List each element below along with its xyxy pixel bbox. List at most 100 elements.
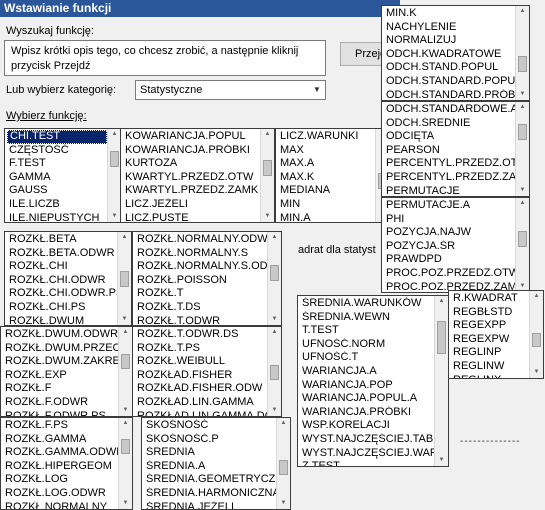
function-list-item[interactable]: ROZKŁ.POISSON <box>135 274 267 288</box>
function-list-item[interactable]: ROZKŁ.DWUM <box>7 315 117 325</box>
triangle-down-icon[interactable]: ▼ <box>119 498 132 509</box>
function-list-item[interactable]: ODCH.STANDARDOWE.A <box>384 103 515 117</box>
function-list-item[interactable]: ILE.NIEPUSTYCH <box>7 212 107 222</box>
function-list-item[interactable]: ROZKŁ.T.ODWR <box>135 315 267 325</box>
function-list-item[interactable]: REGLINW <box>451 360 529 374</box>
function-list-item[interactable]: ROZKŁ.NORMALNY.S.ODWR <box>135 260 267 274</box>
function-list-item[interactable]: ROZKŁ.T.DS <box>135 301 267 315</box>
function-list[interactable]: ŚREDNIA.WARUNKÓW ŚREDNIA.WEWN T.TEST UFNOŚĆ… <box>297 295 449 467</box>
function-list-item[interactable]: KOWARIANCJA.POPUL <box>123 130 260 144</box>
function-list-item[interactable]: PERMUTACJE <box>384 185 515 196</box>
function-list-item[interactable]: ROZKŁAD.LIN.GAMMA.DOKŁ <box>135 410 267 416</box>
list-scrollbar[interactable]: ▲▼ <box>515 198 529 292</box>
list-scrollbar[interactable]: ▲▼ <box>267 232 281 325</box>
function-list-item[interactable]: ŚREDNIA.GEOMETRYCZNA <box>144 473 276 487</box>
function-list-item[interactable]: KOWARIANCJA.PRÓBKI <box>123 144 260 158</box>
function-list-item[interactable]: ROZKŁ.T.ODWR.DS <box>135 328 267 342</box>
function-list-item[interactable]: ROZKŁ.BETA <box>7 233 117 247</box>
function-list-item[interactable]: UFNOŚĆ.NORM <box>300 338 434 352</box>
function-list-item[interactable]: WARIANCJA.PRÓBKI <box>300 406 434 420</box>
scrollbar-thumb[interactable] <box>270 365 279 380</box>
function-list-item[interactable]: R.KWADRAT <box>451 292 529 306</box>
function-list-item[interactable]: ROZKŁ.EXP <box>3 369 118 383</box>
function-list-item[interactable]: ROZKŁ.NORMALNY.ODWR <box>135 233 267 247</box>
function-list-item[interactable]: REGBŁSTD <box>451 306 529 320</box>
function-list[interactable]: ROZKŁ.DWUM.ODWR ROZKŁ.DWUM.PRZEC ROZKŁ.DWU… <box>0 326 133 417</box>
list-scrollbar[interactable]: ▲▼ <box>260 129 274 222</box>
function-list-item[interactable]: SKOŚNOŚĆ <box>144 419 276 433</box>
function-list-item[interactable]: ROZKŁ.NORMALNY.S <box>135 247 267 261</box>
function-list-item[interactable]: WYST.NAJCZĘŚCIEJ.TABL <box>300 433 434 447</box>
function-list-item[interactable]: WSP.KORELACJI <box>300 419 434 433</box>
list-scrollbar[interactable]: ▲▼ <box>434 296 448 466</box>
scrollbar-thumb[interactable] <box>279 460 288 475</box>
list-scrollbar[interactable]: ▲▼ <box>515 102 529 196</box>
triangle-up-icon[interactable]: ▲ <box>516 198 529 209</box>
function-list-item[interactable]: WARIANCJA.POPUL.A <box>300 392 434 406</box>
function-list-item[interactable]: ROZKŁ.NORMALNY <box>3 501 118 509</box>
triangle-down-icon[interactable]: ▼ <box>516 185 529 196</box>
function-list-item[interactable]: ODCH.ŚREDNIE <box>384 117 515 131</box>
function-list-item[interactable]: ODCH.STANDARD.POPUL.A <box>384 75 515 89</box>
function-list-item[interactable]: ROZKŁ.WEIBULL <box>135 355 267 369</box>
triangle-down-icon[interactable]: ▼ <box>119 405 132 416</box>
function-list-item[interactable]: WYST.NAJCZĘŚCIEJ.WART <box>300 447 434 461</box>
function-list-item[interactable]: ROZKŁAD.LIN.GAMMA <box>135 396 267 410</box>
function-list-item[interactable]: ROZKŁ.GAMMA <box>3 433 118 447</box>
triangle-up-icon[interactable]: ▲ <box>268 327 281 338</box>
function-list-item[interactable]: ROZKŁ.CHI.ODWR.PS <box>7 287 117 301</box>
function-list-item[interactable]: CZĘSTOŚĆ <box>7 144 107 158</box>
list-scrollbar[interactable]: ▲▼ <box>118 418 132 509</box>
function-list-item[interactable]: ROZKŁ.CHI.PS <box>7 301 117 315</box>
function-list[interactable]: LICZ.WARUNKI MAX MAX.A MAX.K MEDIANA MIN MIN.A… <box>275 128 390 223</box>
function-list-item[interactable]: REGEXPW <box>451 333 529 347</box>
function-list-item[interactable]: ŚREDNIA <box>144 446 276 460</box>
function-list-item[interactable]: ŚREDNIA.WEWN <box>300 311 434 325</box>
function-list-item[interactable]: PERMUTACJE.A <box>384 199 515 213</box>
triangle-up-icon[interactable]: ▲ <box>277 418 290 429</box>
list-scrollbar[interactable]: ▲▼ <box>117 232 131 325</box>
triangle-up-icon[interactable]: ▲ <box>261 129 274 140</box>
search-input[interactable]: Wpisz krótki opis tego, co chcesz zrobić… <box>4 40 326 76</box>
triangle-down-icon[interactable]: ▼ <box>261 211 274 222</box>
function-list-item[interactable]: LICZ.PUSTE <box>123 212 260 222</box>
scrollbar-thumb[interactable] <box>121 354 130 369</box>
function-list-item[interactable]: ROZKŁ.DWUM.PRZEC <box>3 342 118 356</box>
function-list-item[interactable]: ŚREDNIA.WARUNKÓW <box>300 297 434 311</box>
function-list-item[interactable]: GAMMA <box>7 171 107 185</box>
function-list-item[interactable]: ROZKŁ.GAMMA.ODWR <box>3 446 118 460</box>
triangle-down-icon[interactable]: ▼ <box>277 498 290 509</box>
function-list-item[interactable]: ROZKŁ.CHI <box>7 260 117 274</box>
triangle-up-icon[interactable]: ▲ <box>119 418 132 429</box>
scrollbar-thumb[interactable] <box>270 265 279 281</box>
function-list[interactable]: KOWARIANCJA.POPUL KOWARIANCJA.PRÓBKI KURTO… <box>120 128 275 223</box>
function-list-item[interactable]: ODCH.STANDARD.PRÓBKI <box>384 89 515 100</box>
triangle-up-icon[interactable]: ▲ <box>435 296 448 307</box>
function-list-item[interactable]: ROZKŁ.F <box>3 382 118 396</box>
list-scrollbar[interactable]: ▲▼ <box>267 327 281 416</box>
function-list-item[interactable]: LICZ.WARUNKI <box>278 130 375 144</box>
triangle-up-icon[interactable]: ▲ <box>268 232 281 243</box>
function-list-item[interactable]: ROZKŁ.CHI.ODWR <box>7 274 117 288</box>
triangle-down-icon[interactable]: ▼ <box>268 314 281 325</box>
function-list-item[interactable]: GAUSS <box>7 184 107 198</box>
triangle-down-icon[interactable]: ▼ <box>268 405 281 416</box>
triangle-down-icon[interactable]: ▼ <box>118 314 131 325</box>
function-list[interactable]: MIN.K NACHYLENIE NORMALIZUJ ODCH.KWADRATOWE… <box>381 5 530 101</box>
triangle-down-icon[interactable]: ▼ <box>516 89 529 100</box>
list-scrollbar[interactable]: ▲▼ <box>107 129 121 222</box>
triangle-up-icon[interactable]: ▲ <box>530 291 543 302</box>
function-list-item[interactable]: REGLINX <box>451 374 529 378</box>
function-list-item[interactable]: ŚREDNIA.A <box>144 460 276 474</box>
function-list-item[interactable]: KWARTYL.PRZEDZ.OTW <box>123 171 260 185</box>
function-list-item[interactable]: F.TEST <box>7 157 107 171</box>
function-list[interactable]: ROZKŁ.T.ODWR.DS ROZKŁ.T.PS ROZKŁ.WEIBULL RO… <box>132 326 282 417</box>
function-list-item[interactable]: MAX.K <box>278 171 375 185</box>
function-list-item[interactable]: ŚREDNIA.HARMONICZNA <box>144 487 276 501</box>
function-list-item[interactable]: REGLINP <box>451 346 529 360</box>
list-scrollbar[interactable]: ▲▼ <box>515 6 529 100</box>
scrollbar-thumb[interactable] <box>532 333 541 347</box>
function-list-item[interactable]: LICZ.JEŻELI <box>123 198 260 212</box>
triangle-up-icon[interactable]: ▲ <box>516 102 529 113</box>
triangle-down-icon[interactable]: ▼ <box>435 455 448 466</box>
